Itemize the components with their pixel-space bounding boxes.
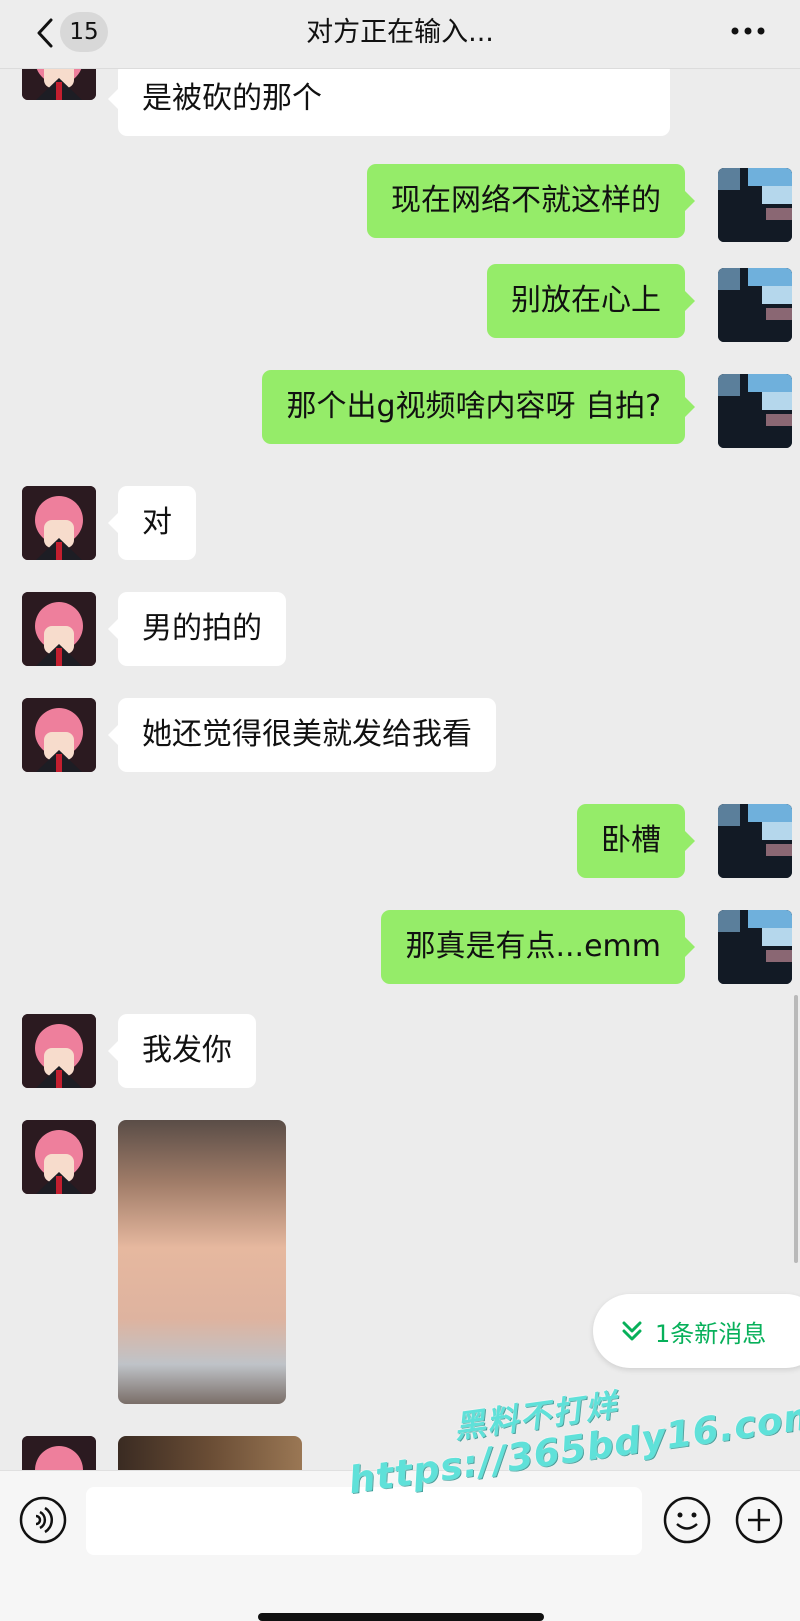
pixelated-avatar-icon [718, 268, 792, 342]
new-message-pill[interactable]: 1条新消息 [593, 1294, 800, 1368]
message-bubble-sent[interactable]: 卧槽 [577, 804, 695, 878]
contact-avatar[interactable] [22, 1436, 96, 1470]
pixelated-avatar-icon [718, 910, 792, 984]
contact-avatar[interactable] [22, 1120, 96, 1194]
message-bubble-sent[interactable]: 现在网络不就这样的 [367, 164, 695, 238]
message-bubble-received[interactable]: 对 [108, 486, 196, 560]
message-bubble-sent[interactable]: 那真是有点...emm [381, 910, 695, 984]
double-chevron-down-icon [622, 1321, 642, 1341]
anime-avatar-icon [22, 698, 96, 772]
my-avatar[interactable] [718, 168, 792, 242]
contact-avatar[interactable] [22, 68, 96, 100]
scrollbar[interactable] [794, 995, 798, 1263]
message-bubble-sent[interactable]: 别放在心上 [487, 264, 695, 338]
anime-avatar-icon [22, 1014, 96, 1088]
contact-avatar[interactable] [22, 592, 96, 666]
my-avatar[interactable] [718, 910, 792, 984]
message-bubble-sent[interactable]: 那个出g视频啥内容呀 自拍? [262, 370, 695, 444]
contact-avatar[interactable] [22, 486, 96, 560]
plus-button[interactable] [734, 1495, 784, 1545]
pixelated-avatar-icon [718, 168, 792, 242]
plus-icon [735, 1496, 783, 1544]
new-message-label: 1条新消息 [655, 1319, 767, 1348]
more-button[interactable] [728, 16, 768, 46]
video-thumbnail[interactable] [118, 1120, 286, 1404]
video-thumbnail[interactable] [118, 1436, 302, 1470]
contact-avatar[interactable] [22, 1014, 96, 1088]
message-bubble-received[interactable]: 我发你 [108, 1014, 256, 1088]
anime-avatar-icon [22, 486, 96, 560]
my-avatar[interactable] [718, 374, 792, 448]
voice-button[interactable] [18, 1495, 68, 1545]
anime-avatar-icon [22, 68, 96, 100]
pixelated-avatar-icon [718, 804, 792, 878]
message-list[interactable]: 是被砍的那个 现在网络不就这样的 别放在心上 那个出g视频啥内容呀 自拍? 对 … [0, 68, 800, 1470]
anime-avatar-icon [22, 1436, 96, 1470]
contact-avatar[interactable] [22, 698, 96, 772]
anime-avatar-icon [22, 1120, 96, 1194]
message-bubble-received[interactable]: 她还觉得很美就发给我看 [108, 698, 496, 772]
my-avatar[interactable] [718, 804, 792, 878]
message-bubble-received[interactable]: 男的拍的 [108, 592, 286, 666]
page-title: 对方正在输入... [306, 17, 494, 48]
chevron-left-icon [37, 18, 53, 48]
chat-header: 15 对方正在输入... [0, 0, 800, 69]
back-button[interactable] [28, 16, 62, 50]
my-avatar[interactable] [718, 268, 792, 342]
message-bubble-received[interactable]: 是被砍的那个 [108, 68, 670, 136]
anime-avatar-icon [22, 592, 96, 666]
pixelated-avatar-icon [718, 374, 792, 448]
unread-count-badge[interactable]: 15 [60, 12, 108, 52]
voice-icon [19, 1496, 67, 1544]
ellipsis-icon [731, 27, 765, 35]
